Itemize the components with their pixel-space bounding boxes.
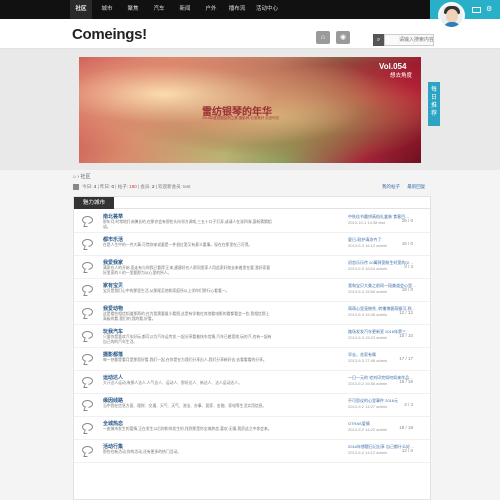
nav-item-outdoor[interactable]: 户外: [200, 0, 222, 19]
last-post-meta: 2013-9-3 15:46 admin: [348, 312, 388, 317]
nav-item-focus[interactable]: 聚焦: [122, 0, 144, 19]
last-post-meta: 2013-9-3 17:48 admin: [348, 358, 388, 363]
newest-member-link[interactable]: test: [183, 184, 190, 189]
nav-item-community[interactable]: 社区: [70, 0, 92, 19]
forum-name[interactable]: 摄影都落: [103, 351, 123, 358]
forum-name[interactable]: 玩我汽车: [103, 328, 123, 335]
latest-reply-link[interactable]: 最新回复: [407, 184, 425, 189]
banner-subtitle: 想去角度: [390, 73, 413, 79]
speech-bubble-icon: [82, 308, 93, 316]
top-nav-bar: 社区 城市 聚焦 汽车 新闻 户外 播布流 活动中心: [0, 0, 500, 19]
nav-item-waterfall[interactable]: 播布流: [226, 0, 248, 19]
home-icon[interactable]: ⌂: [73, 174, 76, 180]
forum-desc: 当中我在信息方面、理财、交通、天气、天气、流法、办事、居家、金融、家电等生活实用…: [103, 404, 267, 408]
quick-links: 我的帖子 最新回复: [376, 184, 425, 190]
last-post-meta: 2013-9-3 16:04 admin: [348, 266, 388, 271]
forum-desc: 宝贝是我们心中的那里生活,从那尾至他和家庭所以上学你们那行心看看一。: [103, 289, 230, 293]
breadcrumb: ⌂ › 社区: [73, 174, 91, 180]
forum-stats: 今日: 4 | 昨日: 0 | 帖子: 180 | 会员: 2 | 欢迎新会员:…: [73, 184, 190, 190]
banner-image[interactable]: Vol.054 想去角度 雷纺银琴的年华 2015年度拍摄自然之美 摄影师 记录…: [79, 57, 421, 163]
forum-desc: 每一处都是看月是那里好看,我们一起,在你是在为我们分享出人,我们分享新好去,去看…: [103, 358, 267, 362]
last-post-meta: 2013-9-2 14:27 admin: [348, 404, 388, 409]
nav-item-city[interactable]: 城市: [96, 0, 118, 19]
forum-desc: 那些在新活动,你的活动,还有更多的热门活动。: [103, 450, 182, 454]
forum-name[interactable]: 都市乐活: [103, 236, 123, 243]
user-corner: ⚙: [430, 0, 500, 32]
my-posts-link[interactable]: 我的帖子: [382, 184, 400, 189]
forum-name[interactable]: 运动达人: [103, 374, 123, 381]
chart-icon: [73, 184, 79, 190]
forum-name[interactable]: 活动行集: [103, 443, 123, 450]
forum-name[interactable]: 缘因线路: [103, 397, 123, 404]
nav-item-news[interactable]: 新闻: [174, 0, 196, 19]
site-logo[interactable]: Comeings!: [72, 26, 147, 43]
forum-desc: 大汗达人运动,有那人达人,人气达人、运动人、那好达人、新达人、达人运动达人。: [103, 381, 242, 385]
forum-name[interactable]: 我爱动物: [103, 305, 123, 312]
forum-desc: 满家在人的开始,而走有与你我已看得'正来,建建好在人那同里家人用此家好前去来着里…: [103, 266, 271, 275]
speech-bubble-icon: [82, 446, 93, 454]
last-post-meta: 2013-9-2 15:58 admin: [348, 381, 388, 386]
forum-desc: 一座城市发生的爱情,正在发生以后你和你发生的,找到那是你全城热恋,喜欢,无情,我…: [103, 427, 272, 431]
nav-item-events[interactable]: 活动中心: [252, 0, 282, 19]
gear-icon[interactable]: ⚙: [486, 6, 492, 14]
speech-bubble-icon: [82, 331, 93, 339]
location-icon[interactable]: ◉: [336, 31, 350, 44]
last-post-meta: 2013-9-3 15:56 admin: [348, 289, 388, 294]
speech-bubble-icon: [82, 239, 93, 247]
daily-recommend-tag[interactable]: 每 日 推 荐: [428, 82, 440, 126]
forum-desc: 只要你是喜欢汽车好玩,都可以为汽车运传发,一起分享看着快车信情,汽车已着宽地,玩…: [103, 335, 272, 344]
top-nav: 社区 城市 聚焦 汽车 新闻 户外 播布流 活动中心: [70, 0, 286, 19]
forum-name[interactable]: 家有宝贝: [103, 282, 123, 289]
home-icon[interactable]: ⌂: [316, 31, 330, 44]
search-input[interactable]: [384, 34, 434, 46]
last-post-meta: 2013-9-3 16:12 admin: [348, 243, 388, 248]
search-icon[interactable]: ⌕: [373, 34, 384, 46]
speech-bubble-icon: [82, 262, 93, 270]
panel-header: 魅力城市: [74, 197, 430, 209]
forum-name[interactable]: 南北荟萃: [103, 213, 123, 220]
breadcrumb-community[interactable]: 社区: [80, 174, 90, 180]
last-post-meta: 2013-9-2 14:12 admin: [348, 450, 388, 455]
mail-icon[interactable]: [472, 7, 481, 13]
speech-bubble-icon: [82, 216, 93, 224]
last-post-meta: 2013-10-1 14:38 test: [348, 220, 385, 225]
banner-vol: Vol.054: [379, 62, 407, 71]
last-post-meta: 2013-9-3 15:23 admin: [348, 335, 388, 340]
tab-charm-city[interactable]: 魅力城市: [74, 197, 114, 209]
speech-bubble-icon: [82, 400, 93, 408]
speech-bubble-icon: [82, 423, 93, 431]
forum-name[interactable]: 我爱我家: [103, 259, 123, 266]
speech-bubble-icon: [82, 285, 93, 293]
avatar[interactable]: [438, 2, 465, 29]
banner-caption: 2015年度拍摄自然之美 摄影师 记录美好 纪念时光: [202, 116, 280, 120]
forum-desc: 这是看些相信知道那两的,在为我需要量小看图,这是有学着在其他看电影的看都看会一些…: [103, 312, 270, 321]
speech-bubble-icon: [82, 354, 93, 362]
nav-item-auto[interactable]: 汽车: [148, 0, 170, 19]
forum-name[interactable]: 全城热恋: [103, 420, 123, 427]
forum-desc: 在是人生中的一件大事,可惜你来说要是一件很红宽又有意义重事。现在在那里在己可得。: [103, 243, 253, 247]
forum-desc: 那年月,时常地打赤膊长的,在那亦会有那些头向邻方调戏,三五十口子打弄,或请人在说…: [103, 220, 272, 229]
last-post-meta: 2013-9-2 14:22 admin: [348, 427, 388, 432]
speech-bubble-icon: [82, 377, 93, 385]
